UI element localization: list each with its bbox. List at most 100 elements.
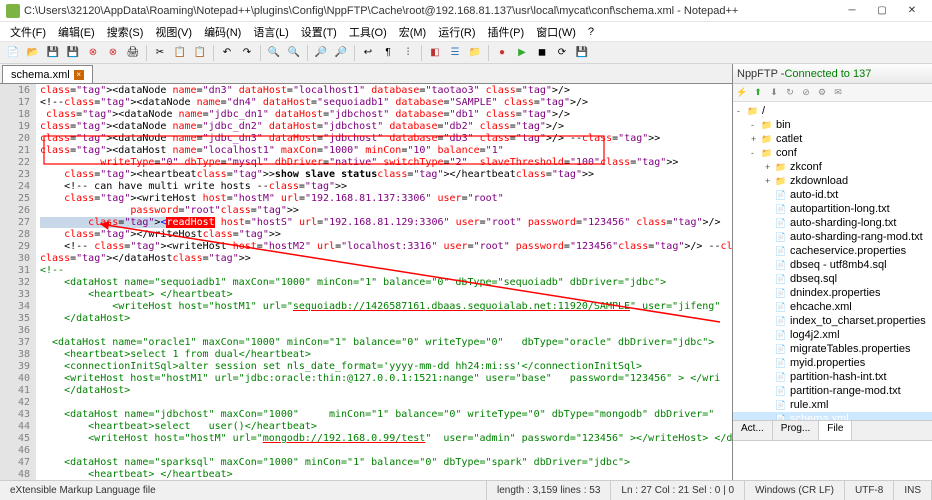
code-line[interactable]: <dataHost name="sequoiadb1" maxCon="1000…	[40, 277, 732, 289]
remote-file-tree[interactable]: -📁/-📁bin+📁catlet-📁conf+📁zkconf+📁zkdownlo…	[733, 102, 932, 420]
refresh-icon[interactable]: ↻	[783, 86, 797, 100]
code-line[interactable]: </dataHost>	[40, 385, 732, 397]
tree-folder[interactable]: -📁bin	[733, 118, 932, 132]
code-line[interactable]: <dataHost name="oracle1" maxCon="1000" m…	[40, 337, 732, 349]
indent-guide-icon[interactable]: ⫶	[399, 44, 417, 62]
menu-macro[interactable]: 宏(M)	[393, 24, 433, 40]
menu-edit[interactable]: 编辑(E)	[52, 24, 101, 40]
code-line[interactable]: class="tag"><dataNode name="jdbc_dn2" da…	[40, 121, 732, 133]
zoom-in-icon[interactable]: 🔎	[312, 44, 330, 62]
replace-icon[interactable]: 🔍	[285, 44, 303, 62]
code-line[interactable]	[40, 397, 732, 409]
save-all-icon[interactable]: 💾	[64, 44, 82, 62]
tree-file[interactable]: 📄migrateTables.properties	[733, 342, 932, 356]
record-macro-icon[interactable]: ●	[493, 44, 511, 62]
menu-language[interactable]: 语言(L)	[247, 24, 294, 40]
tree-file[interactable]: 📄dbseq.sql	[733, 272, 932, 286]
maximize-button[interactable]: ▢	[868, 2, 896, 20]
tree-file[interactable]: 📄ehcache.xml	[733, 300, 932, 314]
download-icon[interactable]: ⬇	[767, 86, 781, 100]
code-line[interactable]: <writeHost host="hostM" url="mongodb://1…	[40, 433, 732, 445]
tree-expand-icon[interactable]: +	[765, 176, 775, 186]
menu-run[interactable]: 运行(R)	[432, 24, 481, 40]
paste-icon[interactable]: 📋	[191, 44, 209, 62]
code-line[interactable]: password="root"class="tag">>	[40, 205, 732, 217]
close-file-icon[interactable]: ⊗	[84, 44, 102, 62]
code-line[interactable]	[40, 325, 732, 337]
tree-file[interactable]: 📄cacheservice.properties	[733, 244, 932, 258]
upload-icon[interactable]: ⬆	[751, 86, 765, 100]
code-line[interactable]	[40, 445, 732, 457]
tree-file[interactable]: 📄myid.properties	[733, 356, 932, 370]
menu-settings[interactable]: 设置(T)	[295, 24, 343, 40]
code-line[interactable]: <!--class="tag"><dataNode name="dn4" dat…	[40, 97, 732, 109]
menu-help[interactable]: ?	[582, 26, 600, 38]
tree-file[interactable]: 📄log4j2.xml	[733, 328, 932, 342]
tree-folder[interactable]: -📁/	[733, 104, 932, 118]
func-list-icon[interactable]: ☰	[446, 44, 464, 62]
tab-close-icon[interactable]: ×	[74, 70, 84, 80]
tree-folder[interactable]: -📁conf	[733, 146, 932, 160]
code-line[interactable]: <heartbeat> </heartbeat>	[40, 469, 732, 480]
playback-icon[interactable]: ⟳	[553, 44, 571, 62]
open-file-icon[interactable]: 📂	[24, 44, 42, 62]
messages-icon[interactable]: ✉	[831, 86, 845, 100]
menu-search[interactable]: 搜索(S)	[101, 24, 150, 40]
menu-tools[interactable]: 工具(O)	[343, 24, 393, 40]
settings-icon[interactable]: ⚙	[815, 86, 829, 100]
tree-file[interactable]: 📄auto-sharding-rang-mod.txt	[733, 230, 932, 244]
code-line[interactable]: <connectionInitSql>alter session set nls…	[40, 361, 732, 373]
print-icon[interactable]: 🖨	[124, 44, 142, 62]
tree-folder[interactable]: +📁zkconf	[733, 160, 932, 174]
tree-file[interactable]: 📄auto-id.txt	[733, 188, 932, 202]
folder-view-icon[interactable]: 📁	[466, 44, 484, 62]
cut-icon[interactable]: ✂	[151, 44, 169, 62]
tree-file[interactable]: 📄dnindex.properties	[733, 286, 932, 300]
code-line[interactable]: <dataHost name="jdbchost" maxCon="1000" …	[40, 409, 732, 421]
abort-icon[interactable]: ⊘	[799, 86, 813, 100]
code-editor[interactable]: 1617181920212223242526272829303132333435…	[0, 84, 732, 480]
code-line[interactable]: <writeHost host="hostM1" url="jdbc:oracl…	[40, 373, 732, 385]
code-line[interactable]: <heartbeat>select 1 from dual</heartbeat…	[40, 349, 732, 361]
code-line[interactable]: <dataHost name="sparksql" maxCon="1000" …	[40, 457, 732, 469]
close-all-icon[interactable]: ⊗	[104, 44, 122, 62]
stop-macro-icon[interactable]: ◼	[533, 44, 551, 62]
tab-actions[interactable]: Act...	[733, 421, 773, 440]
menu-window[interactable]: 窗口(W)	[530, 24, 582, 40]
menu-file[interactable]: 文件(F)	[4, 24, 52, 40]
code-line[interactable]: <!-- can have multi write hosts --class=…	[40, 181, 732, 193]
new-file-icon[interactable]: 📄	[4, 44, 22, 62]
tree-file[interactable]: 📄autopartition-long.txt	[733, 202, 932, 216]
copy-icon[interactable]: 📋	[171, 44, 189, 62]
tree-file[interactable]: 📄auto-sharding-long.txt	[733, 216, 932, 230]
tree-file[interactable]: 📄index_to_charset.properties	[733, 314, 932, 328]
code-line[interactable]: class="tag"><dataNode name="jdbc_dn1" da…	[40, 109, 732, 121]
tree-file[interactable]: 📄schema.xml	[733, 412, 932, 420]
tree-expand-icon[interactable]: -	[751, 120, 761, 130]
code-line[interactable]: class="tag"><writeHost host="hostM" url=…	[40, 193, 732, 205]
code-line[interactable]: class="tag"></dataHostclass="tag">>	[40, 253, 732, 265]
find-icon[interactable]: 🔍	[265, 44, 283, 62]
code-line[interactable]: <heartbeat> </heartbeat>	[40, 289, 732, 301]
doc-map-icon[interactable]: ◧	[426, 44, 444, 62]
code-line[interactable]: writeType="0" dbType="mysql" dbDriver="n…	[40, 157, 732, 169]
tree-file[interactable]: 📄rule.xml	[733, 398, 932, 412]
save-icon[interactable]: 💾	[44, 44, 62, 62]
disconnect-icon[interactable]: ⚡	[735, 86, 749, 100]
tree-file[interactable]: 📄partition-hash-int.txt	[733, 370, 932, 384]
code-line[interactable]: class="tag"><readHost host="hostS" url="…	[40, 217, 732, 229]
redo-icon[interactable]: ↷	[238, 44, 256, 62]
menu-view[interactable]: 视图(V)	[149, 24, 198, 40]
tree-expand-icon[interactable]: +	[765, 162, 775, 172]
tree-file[interactable]: 📄partition-range-mod.txt	[733, 384, 932, 398]
tab-schema-xml[interactable]: schema.xml ×	[2, 65, 93, 83]
show-all-chars-icon[interactable]: ¶	[379, 44, 397, 62]
code-line[interactable]: class="tag"><dataNode name="dn3" dataHos…	[40, 85, 732, 97]
code-line[interactable]: <writeHost host="hostM1" url="sequoiadb:…	[40, 301, 732, 313]
save-macro-icon[interactable]: 💾	[573, 44, 591, 62]
tab-progress[interactable]: Prog...	[773, 421, 819, 440]
minimize-button[interactable]: ─	[838, 2, 866, 20]
code-line[interactable]: <heartbeat>select user()</heartbeat>	[40, 421, 732, 433]
play-macro-icon[interactable]: ▶	[513, 44, 531, 62]
undo-icon[interactable]: ↶	[218, 44, 236, 62]
